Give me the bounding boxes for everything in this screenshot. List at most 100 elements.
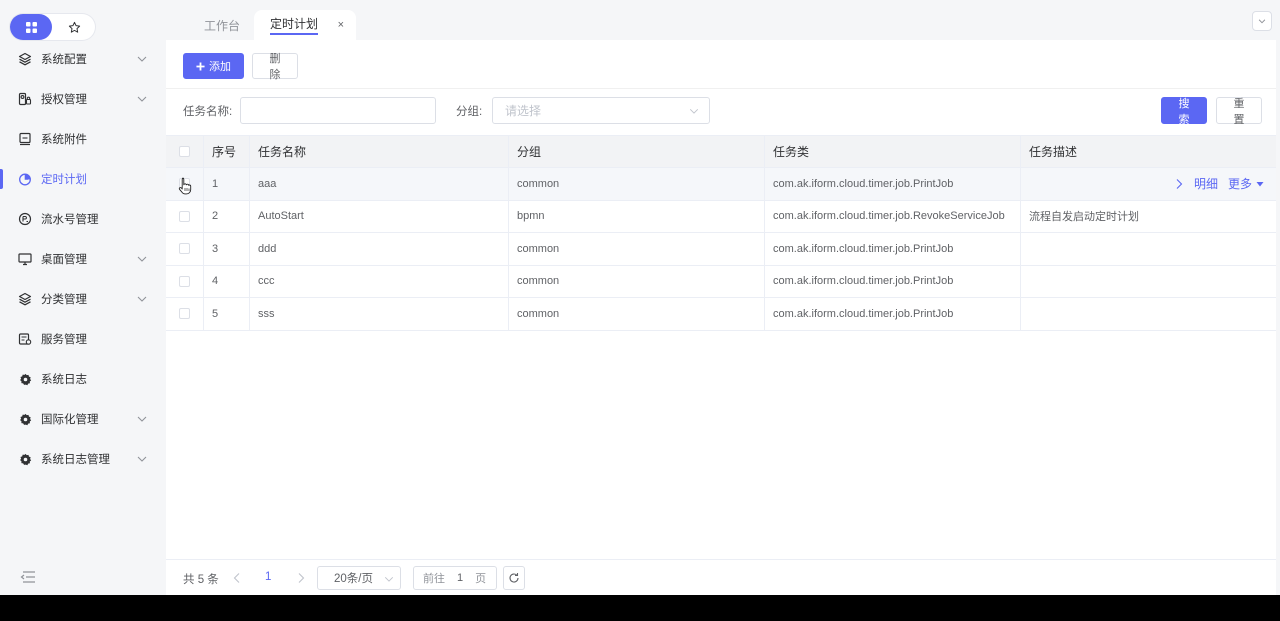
row-checkbox[interactable] [179, 308, 190, 320]
apps-toggle-button[interactable] [10, 14, 52, 40]
page-number[interactable]: 1 [265, 571, 271, 583]
header-no: 序号 [204, 136, 250, 167]
goto-page-input[interactable]: 1 [457, 572, 463, 584]
group-select[interactable]: 请选择 [492, 97, 710, 124]
sidebar-item-serial-number[interactable]: 流水号管理 [0, 199, 166, 239]
toolbar: 添加 删除 [183, 53, 298, 81]
table-row[interactable]: 4 ccc common com.ak.iform.cloud.timer.jo… [166, 265, 1276, 298]
pagination: 共 5 条 1 20条/页 前往 1 页 [166, 559, 1276, 595]
cell-group: common [509, 265, 765, 297]
table-row[interactable]: 2 AutoStart bpmn com.ak.iform.cloud.time… [166, 200, 1276, 233]
row-checkbox[interactable] [179, 210, 190, 222]
prev-page-icon[interactable] [232, 572, 242, 584]
refresh-icon [509, 573, 519, 583]
chevron-down-icon [1258, 19, 1266, 24]
header-checkbox-cell [166, 136, 204, 167]
detail-link[interactable]: 明细 [1194, 175, 1218, 192]
cell-group: common [509, 298, 765, 330]
page-size-select[interactable]: 20条/页 [317, 566, 401, 590]
reset-button[interactable]: 重置 [1216, 97, 1262, 126]
chevron-down-icon [384, 577, 394, 582]
group-label: 分组: [456, 106, 483, 118]
cell-name: sss [250, 298, 509, 330]
grid-icon [25, 21, 37, 33]
sidebar-item-label: 服务管理 [41, 334, 87, 346]
cell-group: bpmn [509, 200, 765, 232]
goto-page: 前往 1 页 [413, 566, 497, 590]
sidebar-item-authorization[interactable]: 授权管理 [0, 79, 166, 119]
sidebar-item-attachments[interactable]: 系统附件 [0, 119, 166, 159]
tab-workbench[interactable]: 工作台 [204, 10, 240, 40]
sidebar-item-timer[interactable]: 定时计划 [0, 159, 166, 199]
task-table: 序号 任务名称 分组 任务类 任务描述 1 aaa common com.ak.… [166, 135, 1276, 331]
sidebar-item-system-config[interactable]: 系统配置 [0, 39, 166, 79]
search-button[interactable]: 搜索 [1161, 97, 1207, 126]
more-dropdown[interactable]: 更多 [1228, 175, 1264, 192]
table-row[interactable]: 3 ddd common com.ak.iform.cloud.timer.jo… [166, 233, 1276, 266]
task-name-label: 任务名称: [183, 106, 233, 118]
serial-icon [18, 212, 32, 226]
delete-label: 删除 [269, 53, 281, 81]
cell-class: com.ak.iform.cloud.timer.job.PrintJob [765, 265, 1021, 297]
collapse-sidebar-icon[interactable] [20, 571, 36, 583]
delete-button[interactable]: 删除 [252, 53, 298, 81]
sidebar-item-label: 分类管理 [41, 294, 87, 306]
sidebar-item-label: 定时计划 [41, 174, 87, 186]
row-checkbox[interactable] [179, 178, 190, 190]
cell-desc: 明细 更多 [1021, 168, 1276, 200]
row-checkbox[interactable] [179, 243, 190, 255]
row-checkbox-cell [166, 233, 204, 265]
cell-name: ccc [250, 265, 509, 297]
favorites-toggle-button[interactable] [53, 14, 95, 40]
tab-menu-button[interactable] [1252, 11, 1272, 31]
search-form: 任务名称: 分组: 请选择 搜索 重置 [166, 88, 1276, 134]
table-row[interactable]: 5 sss common com.ak.iform.cloud.timer.jo… [166, 298, 1276, 331]
chevron-down-icon [137, 456, 147, 462]
chevron-right-icon[interactable] [1174, 178, 1184, 190]
chevron-down-icon [137, 256, 147, 262]
sidebar-item-system-log-management[interactable]: 系统日志管理 [0, 439, 166, 479]
app-window: 系统配置 授权管理 系统附件 定时计划 流水号管理 桌面管理 分类管理 服务管理… [0, 0, 1280, 595]
page-size-label: 20条/页 [334, 573, 373, 585]
sidebar-item-i18n[interactable]: 国际化管理 [0, 399, 166, 439]
tab-label: 工作台 [204, 18, 241, 33]
row-checkbox-cell [166, 265, 204, 297]
table-header: 序号 任务名称 分组 任务类 任务描述 [166, 135, 1276, 168]
caret-down-icon [1256, 181, 1264, 187]
user-lock-icon [18, 92, 32, 106]
row-checkbox[interactable] [179, 275, 190, 287]
layers-icon [18, 292, 32, 306]
header-name: 任务名称 [250, 136, 509, 167]
next-page-icon[interactable] [296, 572, 306, 584]
chevron-down-icon [137, 416, 147, 422]
cell-desc [1021, 233, 1276, 265]
sidebar-switch [10, 14, 95, 40]
sidebar-item-service[interactable]: 服务管理 [0, 319, 166, 359]
cell-group: common [509, 233, 765, 265]
tab-timer-plan[interactable]: 定时计划 × [254, 10, 356, 40]
sidebar-item-label: 授权管理 [41, 94, 87, 106]
sidebar-item-category[interactable]: 分类管理 [0, 279, 166, 319]
task-name-input[interactable] [240, 97, 436, 124]
add-label: 添加 [209, 61, 231, 73]
sidebar-item-label: 流水号管理 [41, 214, 99, 226]
table-row[interactable]: 1 aaa common com.ak.iform.cloud.timer.jo… [166, 168, 1276, 201]
search-label: 搜索 [1178, 97, 1190, 126]
close-icon[interactable]: × [338, 20, 344, 31]
add-button[interactable]: 添加 [183, 53, 244, 79]
sidebar-item-desktop[interactable]: 桌面管理 [0, 239, 166, 279]
sidebar-item-system-log[interactable]: 系统日志 [0, 359, 166, 399]
sidebar-item-label: 系统日志 [41, 374, 87, 386]
select-all-checkbox[interactable] [179, 146, 190, 157]
attachment-icon [18, 132, 32, 146]
cell-name: AutoStart [250, 200, 509, 232]
timer-icon [18, 172, 32, 186]
refresh-button[interactable] [503, 566, 525, 590]
cell-class: com.ak.iform.cloud.timer.job.PrintJob [765, 168, 1021, 200]
row-actions: 明细 更多 [1174, 168, 1264, 200]
cell-desc [1021, 266, 1276, 298]
cell-no: 1 [204, 168, 250, 200]
chevron-down-icon [137, 56, 147, 62]
monitor-icon [18, 252, 32, 266]
header-group: 分组 [509, 136, 765, 167]
